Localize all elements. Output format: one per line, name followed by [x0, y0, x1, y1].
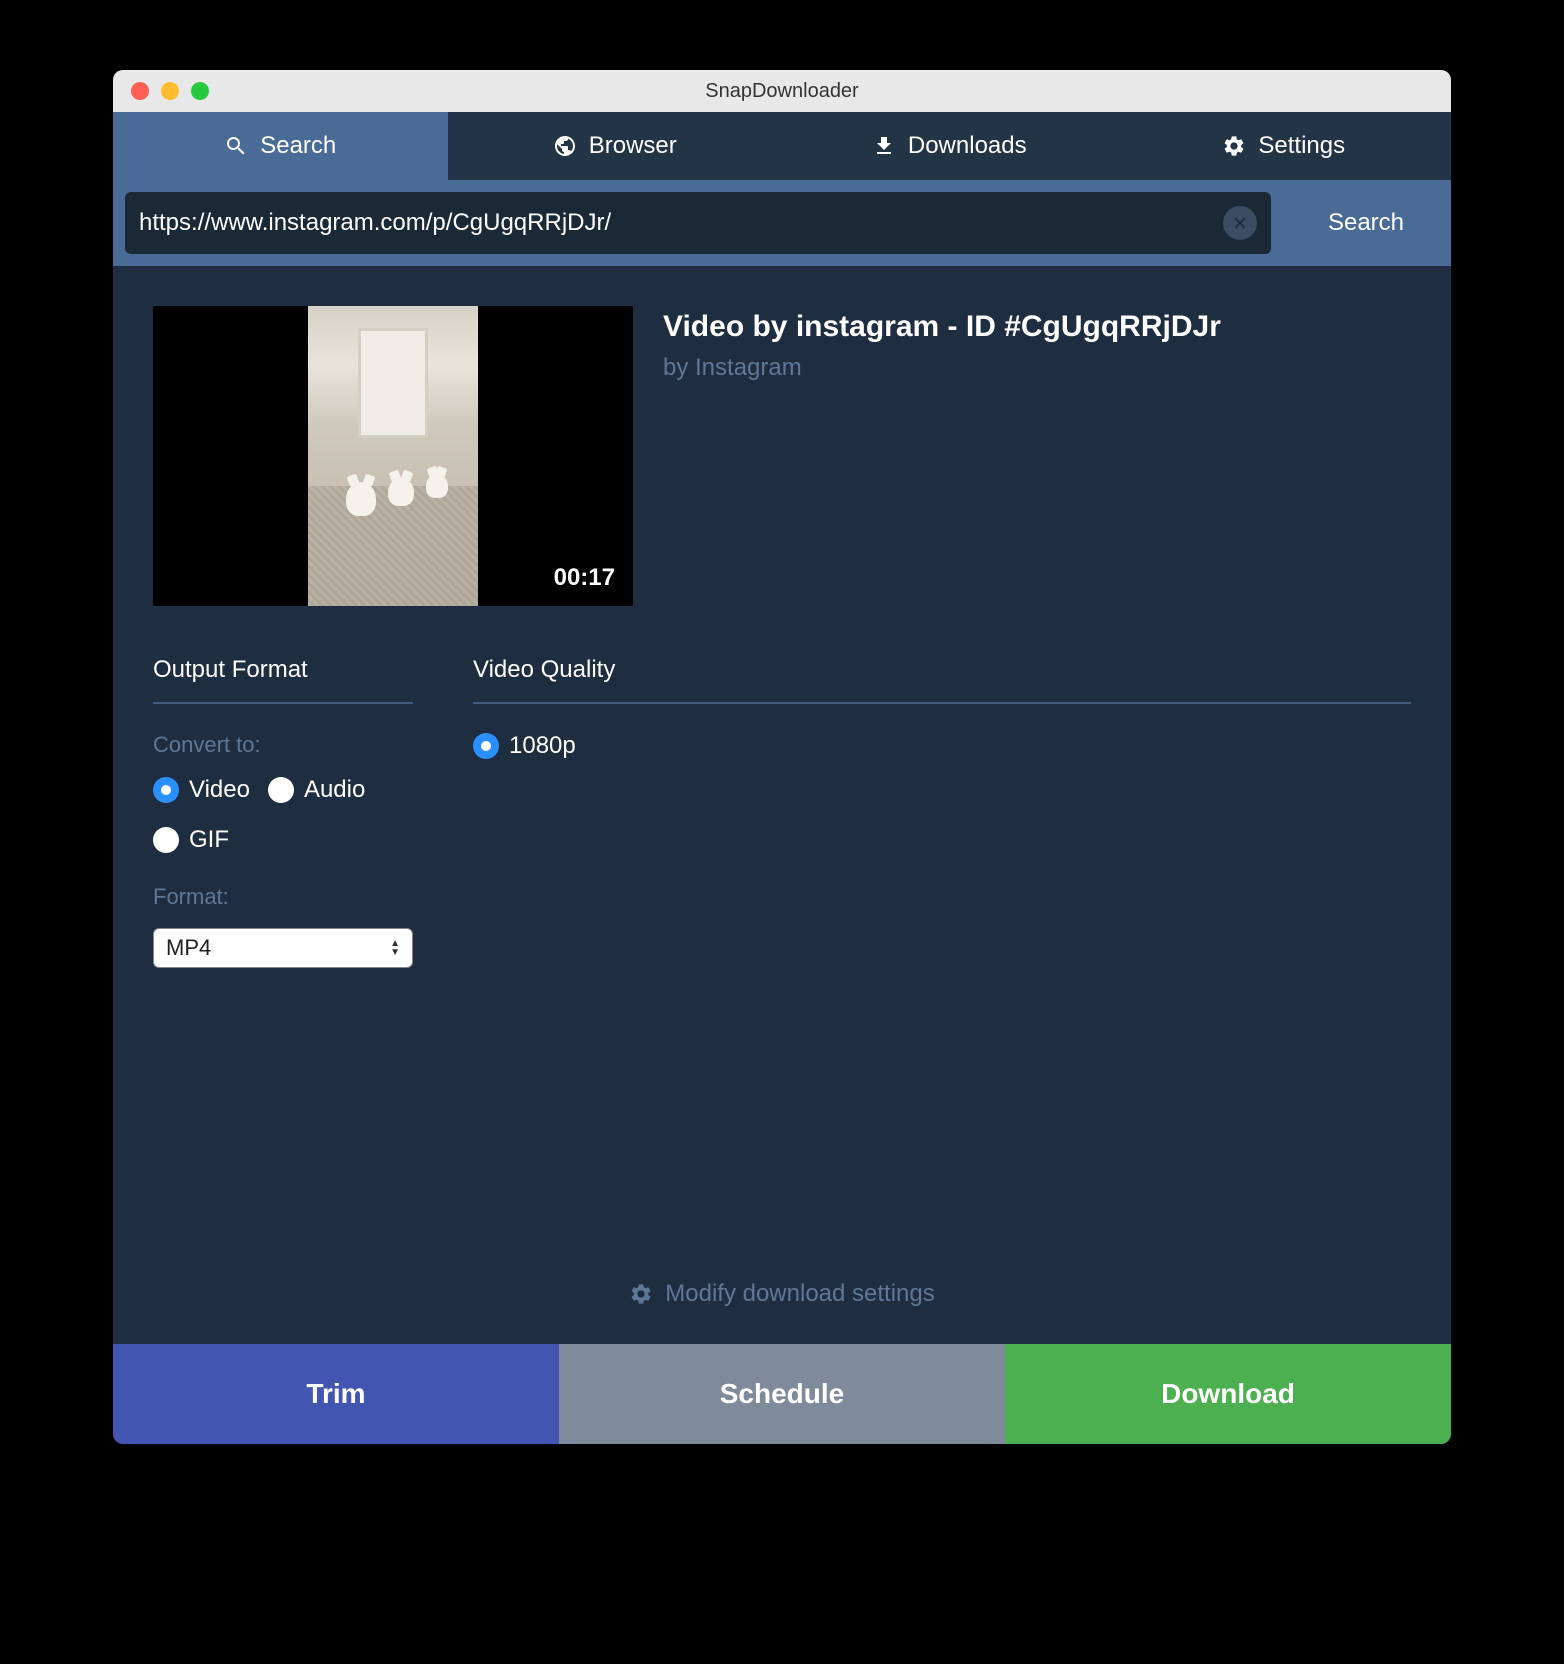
minimize-window-button[interactable]	[161, 82, 179, 100]
video-meta: Video by instagram - ID #CgUgqRRjDJr by …	[663, 306, 1411, 606]
output-format-section: Output Format Convert to: Video Audio GI…	[153, 656, 413, 968]
radio-label: Audio	[304, 776, 365, 804]
clear-input-button[interactable]	[1223, 206, 1257, 240]
tab-settings[interactable]: Settings	[1117, 112, 1452, 180]
thumbnail-image	[308, 306, 478, 606]
format-select[interactable]: MP4 ▲▼	[153, 928, 413, 968]
tab-downloads[interactable]: Downloads	[782, 112, 1117, 180]
globe-icon	[553, 134, 577, 158]
schedule-button[interactable]: Schedule	[559, 1344, 1005, 1444]
tab-label: Settings	[1258, 132, 1345, 160]
maximize-window-button[interactable]	[191, 82, 209, 100]
radio-gif[interactable]: GIF	[153, 826, 229, 854]
app-window: SnapDownloader Search Browser Downloads …	[113, 70, 1451, 1444]
format-label: Format:	[153, 884, 413, 910]
tab-label: Search	[260, 132, 336, 160]
video-quality-header: Video Quality	[473, 656, 1411, 704]
search-button-label: Search	[1328, 209, 1404, 237]
button-label: Schedule	[720, 1378, 844, 1410]
download-icon	[872, 134, 896, 158]
gear-icon	[629, 1282, 653, 1306]
radio-label: 1080p	[509, 732, 576, 760]
convert-radio-group: Video Audio GIF	[153, 776, 413, 854]
modify-label: Modify download settings	[665, 1280, 934, 1308]
url-input[interactable]	[139, 209, 1223, 237]
action-row: Trim Schedule Download	[113, 1344, 1451, 1444]
radio-label: GIF	[189, 826, 229, 854]
radio-video[interactable]: Video	[153, 776, 250, 804]
video-author: by Instagram	[663, 354, 1411, 382]
radio-indicator	[268, 777, 294, 803]
output-format-header: Output Format	[153, 656, 413, 704]
gear-icon	[1222, 134, 1246, 158]
video-duration: 00:17	[554, 564, 615, 592]
tab-browser[interactable]: Browser	[448, 112, 783, 180]
video-title: Video by instagram - ID #CgUgqRRjDJr	[663, 310, 1411, 344]
search-button[interactable]: Search	[1281, 192, 1451, 254]
searchbar: Search	[113, 180, 1451, 266]
main-tabs: Search Browser Downloads Settings	[113, 112, 1451, 180]
video-thumbnail[interactable]: 00:17	[153, 306, 633, 606]
close-window-button[interactable]	[131, 82, 149, 100]
download-button[interactable]: Download	[1005, 1344, 1451, 1444]
tab-search[interactable]: Search	[113, 112, 448, 180]
window-controls	[113, 82, 209, 100]
titlebar: SnapDownloader	[113, 70, 1451, 112]
radio-indicator	[153, 777, 179, 803]
window-title: SnapDownloader	[113, 80, 1451, 103]
button-label: Download	[1161, 1378, 1295, 1410]
content-area: 00:17 Video by instagram - ID #CgUgqRRjD…	[113, 266, 1451, 1344]
select-arrows-icon: ▲▼	[390, 940, 400, 957]
radio-label: Video	[189, 776, 250, 804]
tab-label: Browser	[589, 132, 677, 160]
video-quality-section: Video Quality 1080p	[473, 656, 1411, 968]
button-label: Trim	[306, 1378, 365, 1410]
video-header: 00:17 Video by instagram - ID #CgUgqRRjD…	[153, 306, 1411, 606]
close-icon	[1231, 214, 1249, 232]
tab-label: Downloads	[908, 132, 1027, 160]
spacer	[153, 968, 1411, 1248]
radio-audio[interactable]: Audio	[268, 776, 365, 804]
url-input-wrap	[125, 192, 1271, 254]
radio-1080p[interactable]: 1080p	[473, 732, 1411, 760]
radio-indicator	[473, 733, 499, 759]
format-value: MP4	[166, 935, 211, 961]
modify-download-settings[interactable]: Modify download settings	[153, 1248, 1411, 1344]
options-row: Output Format Convert to: Video Audio GI…	[153, 656, 1411, 968]
radio-indicator	[153, 827, 179, 853]
search-icon	[224, 134, 248, 158]
trim-button[interactable]: Trim	[113, 1344, 559, 1444]
convert-to-label: Convert to:	[153, 732, 413, 758]
